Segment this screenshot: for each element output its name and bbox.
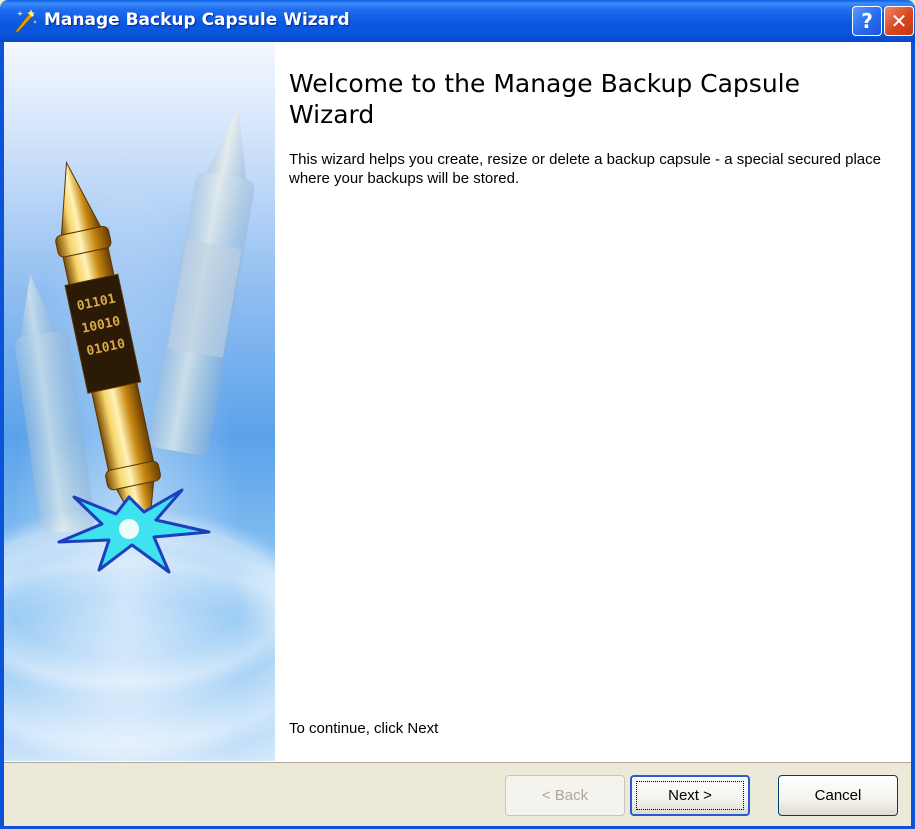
wizard-banner-image: 01101 10010 01010 — [4, 42, 275, 761]
window-frame-right — [911, 42, 915, 829]
wizard-description: This wizard helps you create, resize or … — [289, 151, 881, 187]
back-button-label: < Back — [541, 787, 589, 804]
next-button-label: Next > — [668, 787, 712, 804]
cancel-button[interactable]: Cancel — [778, 775, 898, 816]
window-title: Manage Backup Capsule Wizard — [44, 10, 350, 30]
wizard-wand-icon — [14, 9, 37, 33]
page-title: Welcome to the Manage Backup Capsule Wiz… — [289, 69, 800, 129]
back-button[interactable]: < Back — [505, 775, 625, 816]
next-button[interactable]: Next > — [630, 775, 750, 816]
wizard-content: Welcome to the Manage Backup Capsule Wiz… — [275, 42, 911, 761]
close-button[interactable]: ✕ — [884, 6, 914, 36]
continue-instruction: To continue, click Next — [289, 720, 439, 737]
button-bar: < Back Next > Cancel — [4, 761, 911, 826]
title-bar[interactable]: Manage Backup Capsule Wizard ? ✕ — [0, 0, 915, 42]
help-button[interactable]: ? — [852, 6, 882, 36]
wizard-window: Manage Backup Capsule Wizard ? ✕ 01101 1… — [0, 0, 915, 829]
backup-capsule-illustration: 01101 10010 01010 — [4, 106, 275, 761]
cancel-button-label: Cancel — [814, 787, 862, 804]
